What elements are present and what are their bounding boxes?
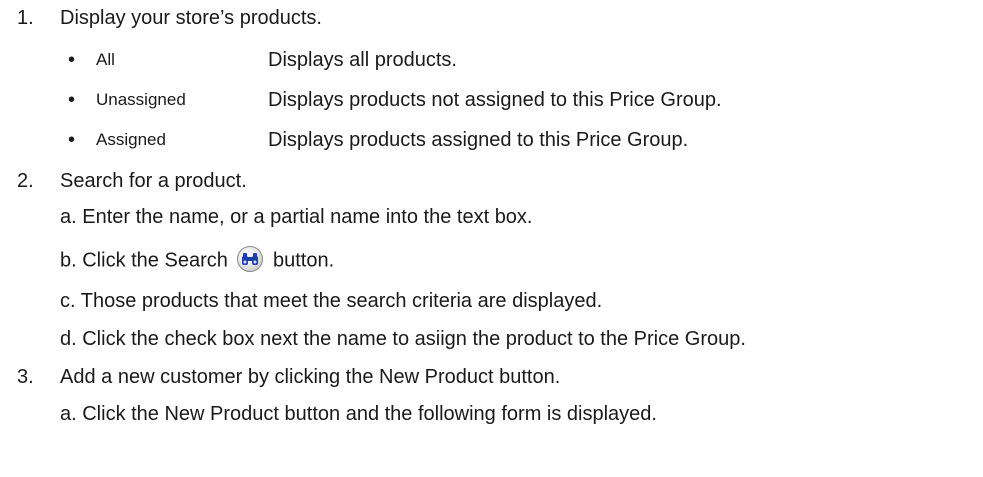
step-text: Display your store’s products.: [60, 7, 322, 29]
option-name: All: [96, 50, 115, 69]
step-number: 1.: [17, 7, 34, 29]
step-number: 3.: [17, 366, 34, 388]
substep-text-after: button.: [272, 249, 335, 272]
bullet: •: [68, 49, 76, 71]
option-description: Displays all products.: [268, 49, 457, 71]
substep-text-before: b. Click the Search: [60, 249, 228, 272]
bullet: •: [68, 129, 76, 151]
step-number: 2.: [17, 170, 34, 192]
substep-text: a. Enter the name, or a partial name int…: [60, 206, 533, 228]
bullet: •: [68, 89, 76, 111]
option-name: Assigned: [96, 130, 166, 149]
step-text: Search for a product.: [60, 170, 247, 192]
substep-text: b. Click the Search button.: [60, 246, 335, 274]
substep-text: a. Click the New Product button and the …: [60, 403, 657, 425]
step-text: Add a new customer by clicking the New P…: [60, 366, 561, 388]
option-description: Displays products assigned to this Price…: [268, 129, 689, 151]
binoculars-icon: [242, 253, 259, 265]
option-description: Displays products not assigned to this P…: [268, 89, 722, 111]
binoculars-search-icon[interactable]: [237, 246, 264, 272]
substep-text: c. Those products that meet the search c…: [60, 290, 603, 312]
substep-text: d. Click the check box next the name to …: [60, 328, 746, 350]
option-name: Unassigned: [96, 90, 186, 109]
